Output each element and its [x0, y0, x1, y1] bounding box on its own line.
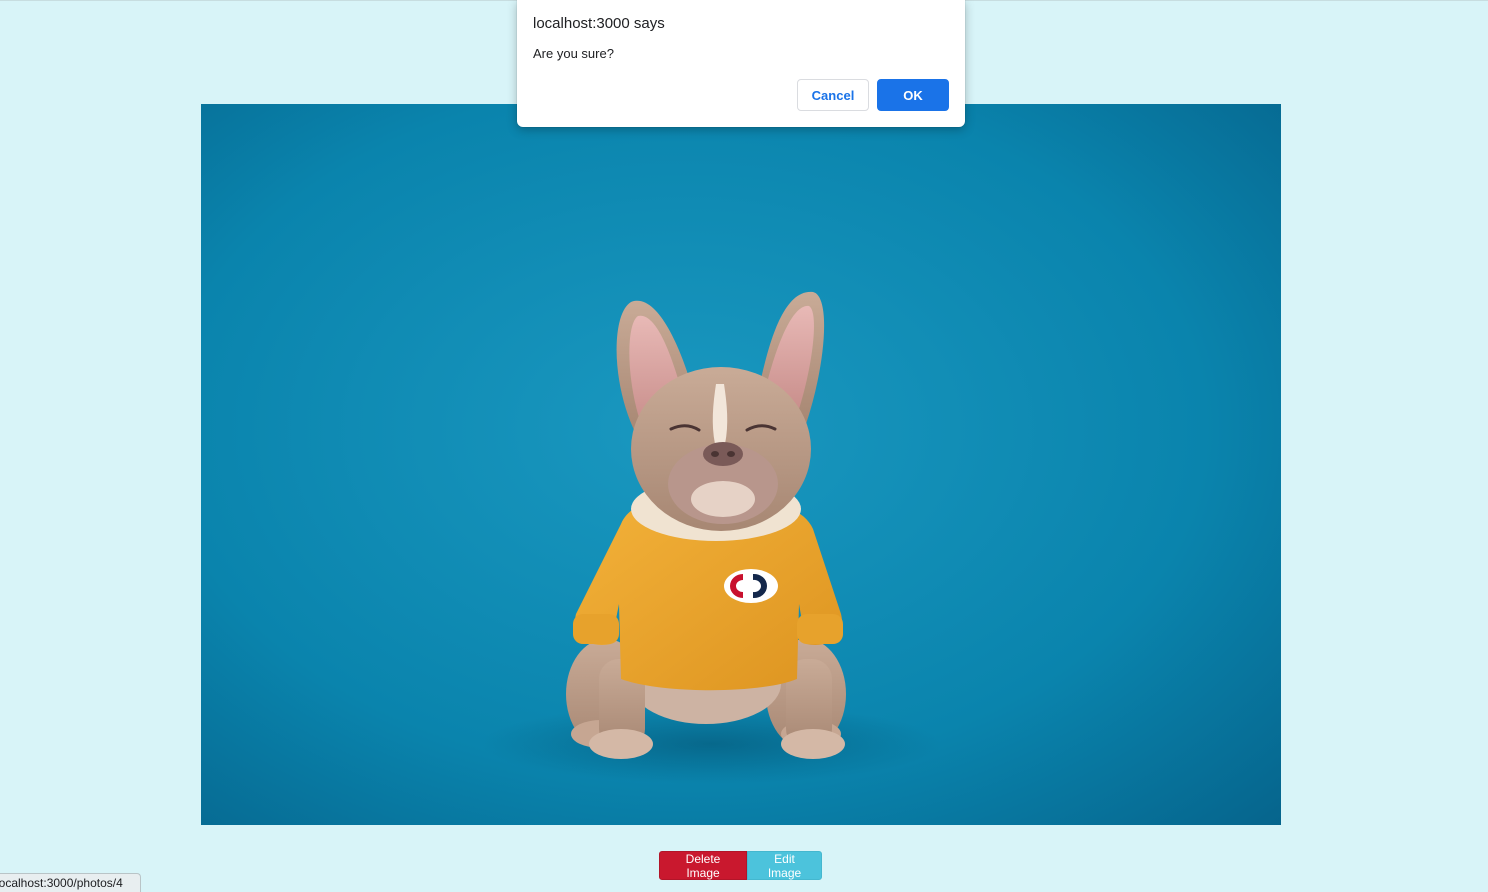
- delete-image-button[interactable]: Delete Image: [659, 851, 747, 880]
- dog-photo: [201, 104, 1281, 825]
- dialog-message: Are you sure?: [533, 46, 614, 61]
- dialog-title: localhost:3000 says: [533, 15, 665, 32]
- status-bar-url: localhost:3000/photos/4: [0, 873, 141, 892]
- edit-image-button[interactable]: Edit Image: [747, 851, 822, 880]
- page: Delete Image Edit Image localhost:3000/p…: [0, 0, 1488, 892]
- confirm-dialog: localhost:3000 says Are you sure? Cancel…: [517, 0, 965, 127]
- image-actions: Delete Image Edit Image: [659, 851, 822, 880]
- cancel-button[interactable]: Cancel: [797, 79, 869, 111]
- ok-button[interactable]: OK: [877, 79, 949, 111]
